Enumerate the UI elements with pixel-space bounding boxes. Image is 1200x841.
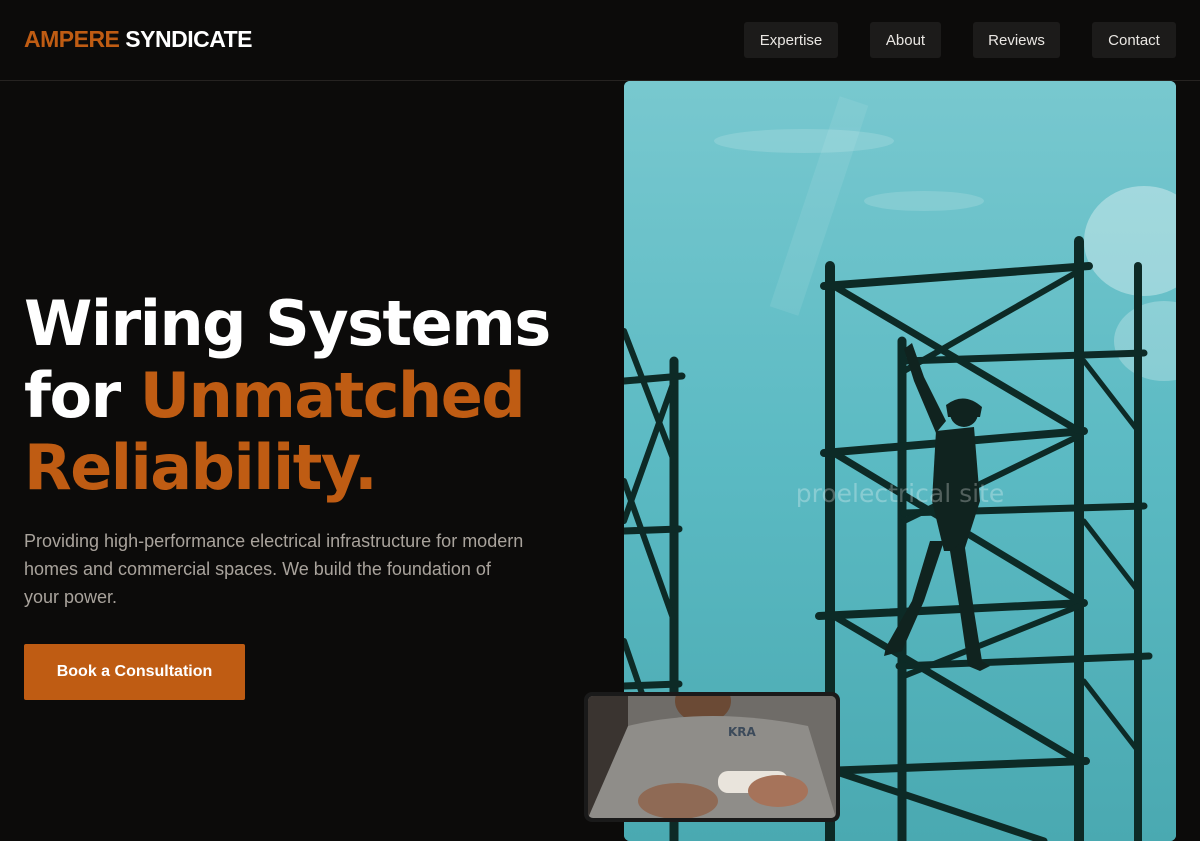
svg-text:KRA: KRA [728, 725, 757, 739]
image-watermark: proelectrical site [795, 479, 1005, 508]
nav-about-button[interactable]: About [870, 22, 941, 58]
nav-expertise-button[interactable]: Expertise [744, 22, 838, 58]
hero-title-line3-accent: Reliability. [24, 431, 378, 504]
hero-title-line2-accent: Unmatched [139, 359, 526, 432]
book-consultation-button[interactable]: Book a Consultation [24, 644, 245, 700]
hero-subtitle: Providing high-performance electrical in… [24, 531, 524, 607]
brand-accent-text: AMPERE [24, 26, 120, 52]
hero-title-line1: Wiring Systems [24, 287, 551, 360]
hero-title-line2-plain: for [24, 359, 140, 432]
hero-title: Wiring Systems for Unmatched Reliability. [24, 287, 551, 504]
brand-logo[interactable]: AMPERE SYNDICATE [24, 26, 252, 53]
inset-image-electrician: KRA [584, 692, 840, 822]
nav-reviews-button[interactable]: Reviews [973, 22, 1060, 58]
brand-main-text: SYNDICATE [125, 26, 252, 52]
site-header: AMPERE SYNDICATE Expertise About Reviews… [0, 0, 1200, 81]
nav-contact-button[interactable]: Contact [1092, 22, 1176, 58]
